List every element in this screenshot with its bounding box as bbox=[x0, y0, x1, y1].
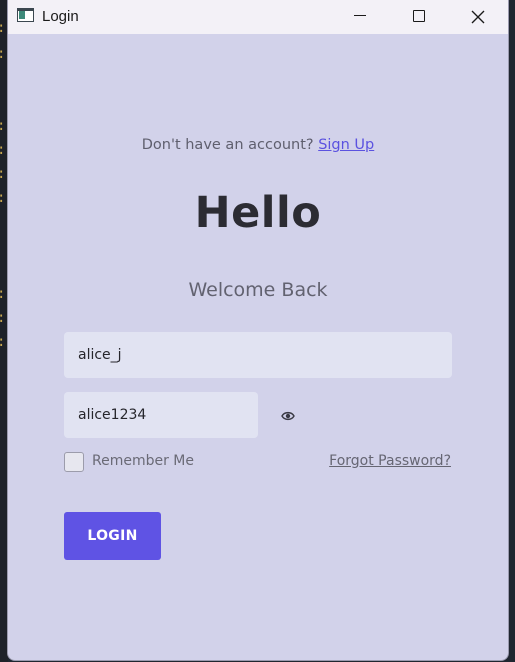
login-button[interactable]: LOGIN bbox=[64, 512, 161, 560]
close-icon bbox=[471, 10, 485, 24]
page-subtitle: Welcome Back bbox=[188, 279, 328, 301]
close-button[interactable] bbox=[455, 0, 501, 34]
background-code-glyph: : bbox=[0, 166, 5, 182]
signup-link[interactable]: Sign Up bbox=[318, 137, 374, 153]
remember-me-checkbox[interactable] bbox=[64, 452, 84, 472]
background-code-glyph: : bbox=[0, 142, 5, 158]
eye-icon[interactable] bbox=[281, 410, 295, 422]
minimize-button[interactable] bbox=[337, 0, 383, 34]
signup-prompt-row: Don't have an account? Sign Up bbox=[8, 137, 508, 153]
page-title: Hello bbox=[194, 188, 322, 238]
password-input[interactable] bbox=[64, 392, 258, 438]
background-code-glyph: : bbox=[0, 190, 5, 206]
window-title: Login bbox=[42, 8, 79, 25]
title-bar[interactable]: Login bbox=[8, 0, 508, 34]
forgot-password-link[interactable]: Forgot Password? bbox=[329, 453, 451, 469]
username-input[interactable] bbox=[64, 332, 452, 378]
background-code-glyph: : bbox=[0, 46, 5, 62]
maximize-button[interactable] bbox=[396, 0, 442, 34]
background-code-glyph: : bbox=[0, 286, 5, 302]
background-code-glyph: : bbox=[0, 334, 5, 350]
window-app-icon bbox=[17, 8, 34, 22]
background-code-glyph: : bbox=[0, 20, 5, 36]
login-window: Login Don't have an account? Sign Up Hel… bbox=[7, 0, 509, 661]
remember-me-label: Remember Me bbox=[92, 453, 194, 469]
background-code-glyph: : bbox=[0, 118, 5, 134]
signup-prompt-text: Don't have an account? bbox=[141, 137, 314, 153]
background-code-glyph: : bbox=[0, 310, 5, 326]
